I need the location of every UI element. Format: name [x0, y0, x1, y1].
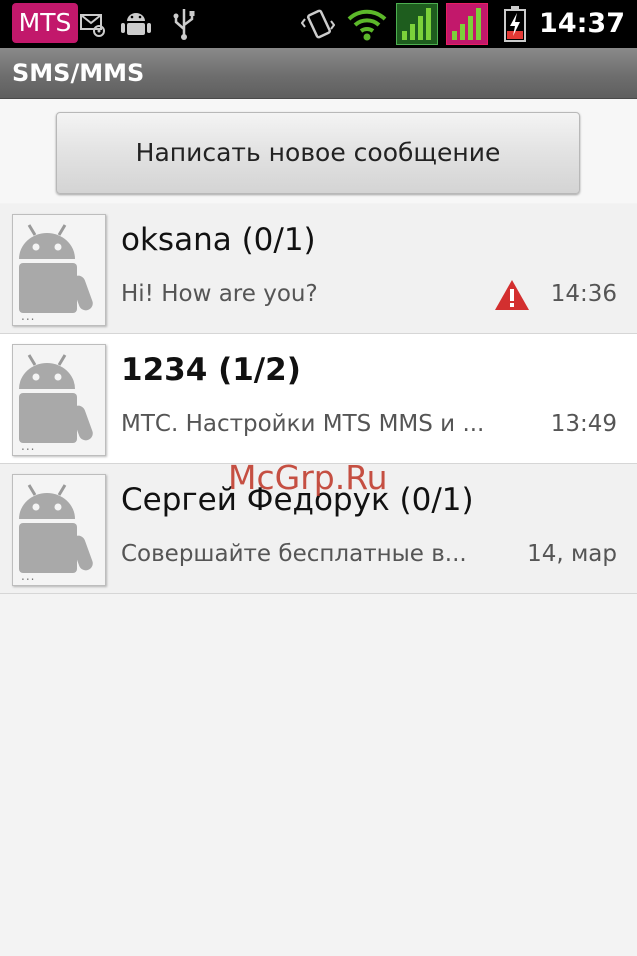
avatar-overlay: ...	[21, 309, 36, 323]
signal-sim2-icon	[446, 3, 488, 49]
avatar[interactable]: ...	[12, 474, 106, 586]
conversation-item[interactable]: ... 1234 (1/2) МТС. Настройки MTS MMS и …	[0, 334, 637, 464]
status-bar: MTS 14:37	[0, 0, 637, 48]
vibrate-icon	[300, 7, 336, 45]
conversation-name: oksana (0/1)	[121, 222, 316, 258]
wifi-icon	[347, 9, 387, 45]
conversation-date: 13:49	[550, 411, 617, 437]
title-bar: SMS/MMS	[0, 48, 637, 99]
avatar-overlay: ...	[21, 569, 36, 583]
compose-area: Написать новое сообщение	[0, 99, 637, 203]
message-settings-icon	[80, 10, 106, 42]
android-debug-icon	[120, 8, 152, 44]
avatar-overlay: ...	[21, 439, 36, 453]
clock: 14:37	[539, 8, 625, 39]
warning-icon	[494, 279, 530, 315]
conversation-snippet: Hi! How are you?	[121, 281, 318, 307]
conversation-snippet: МТС. Настройки MTS MMS и ...	[121, 411, 485, 437]
page-title: SMS/MMS	[12, 59, 145, 87]
conversation-item[interactable]: ... oksana (0/1) Hi! How are you? 14:36	[0, 204, 637, 334]
watermark: McGrp.Ru	[228, 458, 388, 497]
avatar[interactable]: ...	[12, 214, 106, 326]
conversation-date: 14, мар	[527, 541, 617, 567]
conversation-snippet: Совершайте бесплатные в...	[121, 541, 467, 567]
signal-sim1-icon	[396, 3, 438, 49]
compose-new-message-button[interactable]: Написать новое сообщение	[56, 112, 580, 194]
usb-icon	[172, 7, 196, 45]
conversation-date: 14:36	[550, 281, 617, 307]
conversation-name: 1234 (1/2)	[121, 352, 301, 388]
carrier-badge: MTS	[12, 3, 78, 43]
avatar[interactable]: ...	[12, 344, 106, 456]
battery-charging-icon	[503, 5, 527, 47]
